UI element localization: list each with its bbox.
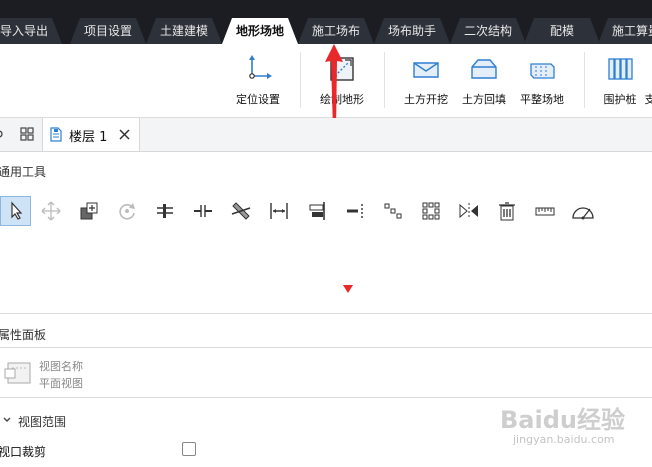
array-icon (384, 203, 402, 219)
rotate-icon (119, 203, 135, 220)
tab-terrain-site[interactable]: 地形场地 (222, 18, 298, 44)
baidu-watermark: Baidu经验 (500, 406, 625, 434)
tab-formwork[interactable]: 配模 (524, 18, 600, 44)
viewport-crop-checkbox[interactable] (182, 442, 196, 456)
retaining-pile-icon (608, 58, 633, 80)
tools-panel-title: 通用工具 (0, 165, 47, 179)
cursor-arrow-icon (10, 201, 22, 220)
tab-civil-modeling[interactable]: 土建建模 (146, 18, 222, 44)
offset-icon (347, 204, 363, 218)
view-tab-bar: 楼层 1 (0, 118, 652, 152)
chevron-down-icon[interactable] (2, 415, 12, 425)
watermark-url: jingyan.baidu.com (513, 433, 615, 446)
trim-icon (157, 204, 173, 218)
grid-array-tool[interactable] (416, 196, 446, 226)
grid-array-icon (422, 202, 440, 220)
earth-backfill-button[interactable]: 土方回填 (456, 54, 512, 114)
ruler-icon (535, 207, 555, 216)
select-tool[interactable] (0, 196, 31, 226)
floor-view-tab-label: 楼层 1 (69, 130, 108, 145)
move-tool[interactable] (36, 196, 66, 226)
retaining-pile-button[interactable]: 围护桩 (598, 54, 642, 114)
earth-backfill-label: 土方回填 (462, 93, 506, 106)
grid-view-icon[interactable] (20, 127, 34, 141)
mirror-icon (459, 203, 478, 219)
document-icon (50, 127, 62, 142)
level-site-button[interactable]: 平整场地 (514, 54, 570, 114)
properties-divider (0, 347, 652, 348)
properties-panel-title: 属性面板 (0, 328, 47, 342)
tab-construction-quantity[interactable]: 施工算量 (598, 18, 652, 44)
backfill-icon (471, 59, 497, 79)
trash-icon (499, 202, 515, 221)
move-arrows-icon (41, 201, 61, 221)
retaining-pile-label: 围护桩 (603, 93, 637, 106)
support-button-partial[interactable]: 支 (644, 54, 652, 114)
ribbon-separator (300, 52, 301, 108)
offset-tool[interactable] (340, 196, 370, 226)
break-icon (194, 205, 212, 217)
align-icon (309, 202, 325, 220)
view-range-section[interactable]: 视图范围 (18, 413, 66, 430)
earth-excavation-label: 土方开挖 (404, 93, 448, 106)
protractor-icon (572, 207, 594, 220)
axis-locate-icon (249, 55, 272, 79)
split-tool[interactable] (226, 196, 256, 226)
break-tool[interactable] (188, 196, 218, 226)
floor-view-tab[interactable]: 楼层 1 (42, 118, 140, 151)
ribbon-separator (584, 52, 585, 108)
view-name-value: 平面视图 (39, 377, 83, 390)
angle-measure-tool[interactable] (568, 196, 598, 226)
copy-icon (80, 202, 98, 220)
mirror-tool[interactable] (454, 196, 484, 226)
viewport-crop-label: 视口裁剪 (0, 445, 47, 459)
locate-settings-button[interactable]: 定位设置 (228, 54, 288, 114)
earth-excavation-button[interactable]: 土方开挖 (398, 54, 454, 114)
tab-project-settings[interactable]: 项目设置 (70, 18, 146, 44)
excavation-icon (413, 62, 439, 78)
measure-tool[interactable] (530, 196, 560, 226)
view-properties-icon (4, 362, 31, 384)
dimension-icon (270, 203, 288, 219)
level-site-icon (530, 63, 555, 79)
close-icon[interactable] (119, 129, 130, 140)
dimension-tool[interactable] (264, 196, 294, 226)
pin-icon[interactable] (0, 127, 6, 141)
delete-tool[interactable] (492, 196, 522, 226)
tab-import-export[interactable]: 导入导出 (0, 18, 62, 44)
copy-tool[interactable] (74, 196, 104, 226)
locate-settings-label: 定位设置 (236, 93, 280, 106)
properties-divider (0, 397, 652, 398)
support-label: 支 (644, 93, 652, 106)
tab-secondary-structure[interactable]: 二次结构 (450, 18, 526, 44)
trim-extend-tool[interactable] (150, 196, 180, 226)
expand-triangle-icon[interactable] (342, 284, 354, 294)
array-tool[interactable] (378, 196, 408, 226)
view-name-label: 视图名称 (39, 360, 83, 373)
tab-layout-assistant[interactable]: 场布助手 (374, 18, 450, 44)
rotate-tool[interactable] (112, 196, 142, 226)
ribbon-tab-strip: 导入导出 项目设置 土建建模 地形场地 施工场布 场布助手 二次结构 配模 施工… (0, 0, 652, 44)
split-icon (231, 202, 251, 220)
panel-divider (0, 313, 652, 314)
level-site-label: 平整场地 (520, 93, 564, 106)
ribbon-separator (384, 52, 385, 108)
align-tool[interactable] (302, 196, 332, 226)
support-icon (646, 54, 652, 84)
